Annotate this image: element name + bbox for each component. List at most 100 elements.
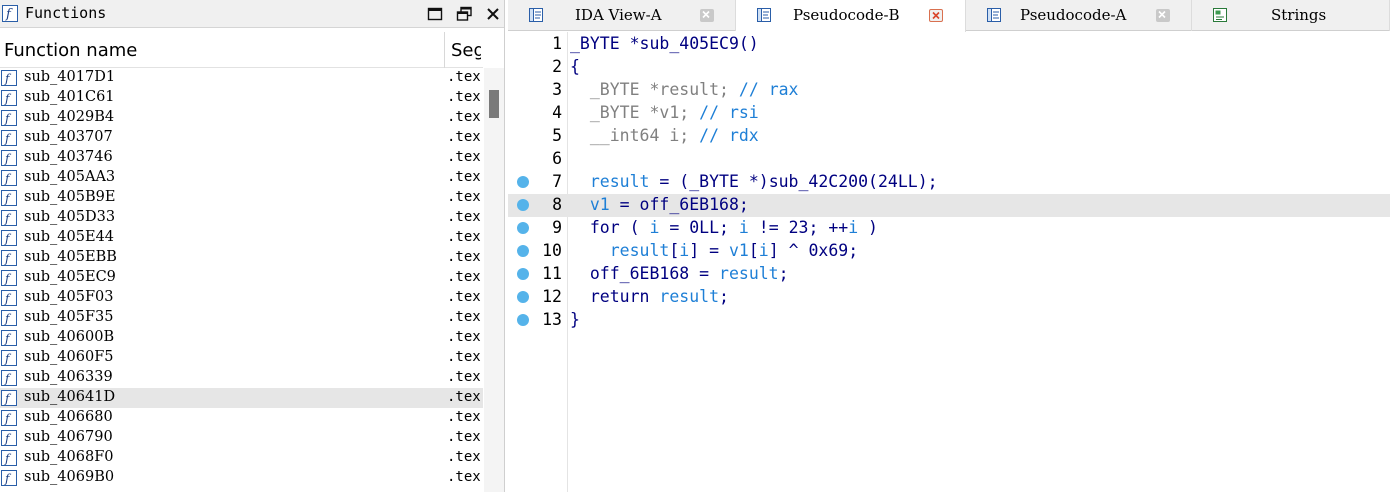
code-token: != 23; ++ — [748, 218, 849, 237]
function-f-icon: f — [2, 5, 18, 22]
function-f-icon: f — [1, 190, 17, 206]
line-number: 11 — [542, 264, 562, 283]
function-segment: .text — [447, 449, 481, 465]
code-line[interactable]: 9 for ( i = 0LL; i != 23; ++i ) — [508, 217, 1390, 240]
code-token: // rdx — [699, 126, 759, 145]
code-line[interactable]: 6 — [508, 148, 1390, 171]
function-f-icon: f — [1, 310, 17, 326]
code-line[interactable]: 8 v1 = off_6EB168; — [508, 194, 1390, 217]
code-token: i — [758, 241, 769, 260]
function-row[interactable]: f sub_4068F0 .text — [0, 448, 483, 468]
function-row[interactable]: f sub_405EC9 .text — [0, 268, 483, 288]
function-row[interactable]: f sub_4017D1 .text — [0, 68, 483, 88]
code-line[interactable]: 11 off_6EB168 = result; — [508, 263, 1390, 286]
breakpoint-dot-icon[interactable] — [517, 245, 529, 257]
function-row[interactable]: f sub_403746 .text — [0, 148, 483, 168]
function-row[interactable]: f sub_40641D .text — [0, 388, 483, 408]
function-row[interactable]: f sub_40600B .text — [0, 328, 483, 348]
line-number: 10 — [542, 241, 562, 260]
maximize-icon[interactable] — [426, 5, 444, 23]
code-token: [ — [748, 241, 759, 260]
function-row[interactable]: f sub_405D33 .text — [0, 208, 483, 228]
float-window-icon[interactable] — [455, 5, 473, 23]
code-line[interactable]: 12 return result; — [508, 286, 1390, 309]
column-header-segment[interactable]: Seg — [451, 40, 481, 61]
function-f-icon: f — [1, 410, 17, 426]
code-line[interactable]: 3 _BYTE *result; // rax — [508, 79, 1390, 102]
tab-ida-view-a[interactable]: IDA View-A — [508, 0, 736, 31]
line-number: 9 — [552, 218, 562, 237]
function-row[interactable]: f sub_4060F5 .text — [0, 348, 483, 368]
line-number: 7 — [552, 172, 562, 191]
function-row[interactable]: f sub_405F03 .text — [0, 288, 483, 308]
breakpoint-dot-icon[interactable] — [517, 176, 529, 188]
function-row[interactable]: f sub_405E44 .text — [0, 228, 483, 248]
code-line[interactable]: 7 result = (_BYTE *)sub_42C200(24LL); — [508, 171, 1390, 194]
function-f-icon: f — [1, 350, 17, 366]
function-name: sub_405AA3 — [24, 169, 116, 185]
function-row[interactable]: f sub_401C61 .text — [0, 88, 483, 108]
function-segment: .text — [447, 209, 481, 225]
function-segment: .text — [447, 349, 481, 365]
function-segment: .text — [447, 129, 481, 145]
code-token: result — [719, 264, 779, 283]
code-text: _BYTE *sub_405EC9() — [570, 34, 759, 53]
function-f-icon: f — [1, 470, 17, 486]
function-segment: .text — [447, 389, 481, 405]
function-f-icon: f — [1, 110, 17, 126]
code-token: = off_6EB168; — [609, 195, 749, 214]
code-text: } — [570, 310, 580, 329]
code-token: } — [570, 310, 580, 329]
function-row[interactable]: f sub_405EBB .text — [0, 248, 483, 268]
function-f-icon: f — [1, 330, 17, 346]
tab-close-icon[interactable] — [700, 9, 714, 22]
code-line[interactable]: 1 _BYTE *sub_405EC9() — [508, 33, 1390, 56]
functions-list: f sub_4017D1 .text f sub_401C61 .text f sub_402… — [0, 68, 483, 488]
breakpoint-dot-icon[interactable] — [517, 314, 529, 326]
function-row[interactable]: f sub_406680 .text — [0, 408, 483, 428]
function-row[interactable]: f sub_4029B4 .text — [0, 108, 483, 128]
tab-label: Pseudocode-B — [793, 6, 900, 24]
code-line[interactable]: 10 result[i] = v1[i] ^ 0x69; — [508, 240, 1390, 263]
function-name: sub_405EBB — [24, 249, 117, 265]
function-segment: .text — [447, 289, 481, 305]
tab-strings[interactable]: Strings — [1192, 0, 1390, 31]
function-segment: .text — [447, 189, 481, 205]
function-segment: .text — [447, 169, 481, 185]
tab-pseudocode-a[interactable]: Pseudocode-A — [966, 0, 1192, 31]
breakpoint-dot-icon[interactable] — [517, 222, 529, 234]
strings-icon — [1212, 7, 1228, 23]
breakpoint-dot-icon[interactable] — [517, 199, 529, 211]
code-line[interactable]: 4 _BYTE *v1; // rsi — [508, 102, 1390, 125]
breakpoint-dot-icon[interactable] — [517, 268, 529, 280]
function-row[interactable]: f sub_405B9E .text — [0, 188, 483, 208]
code-line[interactable]: 13} — [508, 309, 1390, 332]
function-name: sub_405F35 — [24, 309, 114, 325]
function-segment: .text — [447, 149, 481, 165]
tab-close-icon[interactable] — [1156, 9, 1170, 22]
column-header-function-name[interactable]: Function name — [4, 40, 137, 61]
tab-pseudocode-b[interactable]: Pseudocode-B — [736, 0, 966, 32]
function-row[interactable]: f sub_405F35 .text — [0, 308, 483, 328]
function-row[interactable]: f sub_406790 .text — [0, 428, 483, 448]
function-name: sub_40600B — [24, 329, 115, 345]
close-icon[interactable] — [484, 5, 502, 23]
function-segment: .text — [447, 329, 481, 345]
function-row[interactable]: f sub_403707 .text — [0, 128, 483, 148]
function-segment: .text — [447, 409, 481, 425]
tab-close-icon[interactable] — [929, 9, 943, 22]
column-divider[interactable] — [444, 32, 445, 68]
breakpoint-dot-icon[interactable] — [517, 291, 529, 303]
function-row[interactable]: f sub_4069B0 .text — [0, 468, 483, 488]
code-line[interactable]: 2{ — [508, 56, 1390, 79]
function-segment: .text — [447, 469, 481, 485]
function-row[interactable]: f sub_406339 .text — [0, 368, 483, 388]
function-row[interactable]: f sub_405AA3 .text — [0, 168, 483, 188]
functions-scrollbar[interactable] — [484, 68, 504, 492]
function-segment: .text — [447, 89, 481, 105]
code-token: __int64 i; — [570, 126, 700, 145]
pseudocode-view[interactable]: 1 _BYTE *sub_405EC9() 2{3 _BYTE *result; /… — [508, 32, 1390, 492]
scrollbar-thumb[interactable] — [489, 90, 499, 118]
code-line[interactable]: 5 __int64 i; // rdx — [508, 125, 1390, 148]
